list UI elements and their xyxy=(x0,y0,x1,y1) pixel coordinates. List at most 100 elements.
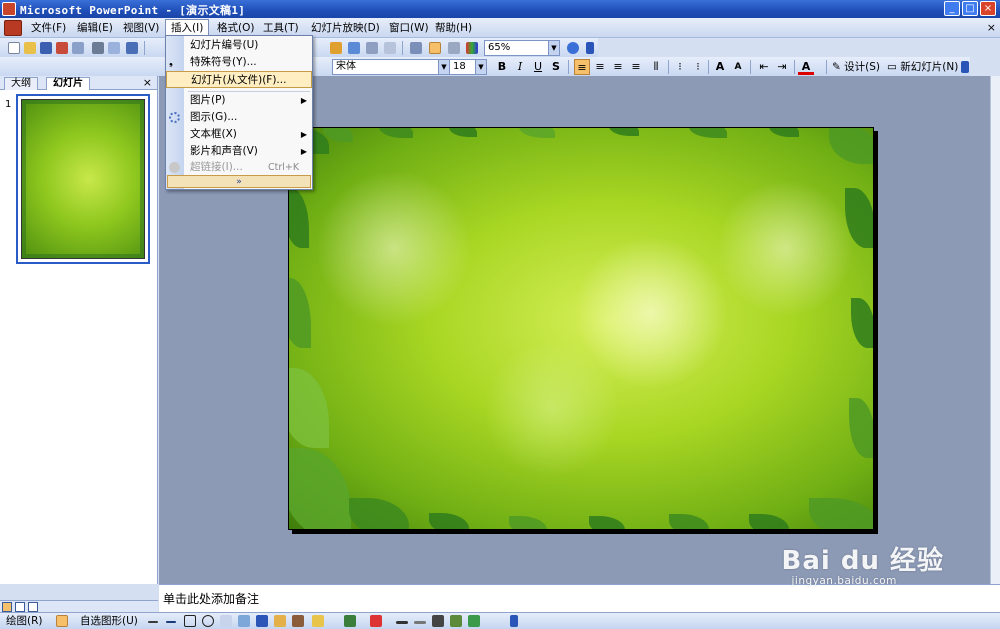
font-color-button[interactable]: A xyxy=(798,59,814,75)
open-icon[interactable] xyxy=(24,42,36,54)
separator xyxy=(708,60,709,74)
slideshow-view-icon[interactable] xyxy=(28,602,38,612)
text-direction-button[interactable]: ⦀ xyxy=(648,59,664,75)
menu-file[interactable]: 文件(F) xyxy=(26,20,71,37)
slide-canvas[interactable] xyxy=(288,127,874,530)
clipart-icon[interactable] xyxy=(274,615,286,627)
menu-help[interactable]: 帮助(H) xyxy=(430,20,477,37)
powerpoint-app-icon[interactable] xyxy=(2,2,16,16)
document-icon[interactable] xyxy=(4,20,22,36)
line-icon[interactable] xyxy=(148,621,158,623)
zoom-combo[interactable]: 65% ▼ xyxy=(484,40,560,56)
diagram-icon[interactable] xyxy=(256,615,268,627)
menu-slideshow[interactable]: 幻灯片放映(D) xyxy=(306,20,385,37)
toolbar-options-icon[interactable] xyxy=(510,615,518,627)
autoshapes-button[interactable]: 自选图形(U) xyxy=(80,614,138,628)
notes-placeholder: 单击此处添加备注 xyxy=(163,592,260,606)
arrow-style-icon[interactable] xyxy=(432,615,444,627)
select-objects-icon[interactable] xyxy=(56,615,68,627)
font-combo[interactable]: 宋体 ▼ xyxy=(332,59,450,75)
bold-button[interactable]: B xyxy=(494,59,510,75)
wordart-icon[interactable] xyxy=(238,615,250,627)
align-left-button[interactable]: ≡ xyxy=(574,59,590,75)
tab-outline[interactable]: 大纲 xyxy=(4,77,38,90)
line-color-icon[interactable] xyxy=(344,615,356,627)
menu-item-diagram[interactable]: 图示(G)... xyxy=(166,109,312,126)
align-right-button[interactable]: ≡ xyxy=(610,59,626,75)
minimize-button[interactable]: _ xyxy=(944,1,960,16)
justify-button[interactable]: ≡ xyxy=(628,59,644,75)
new-icon[interactable] xyxy=(8,42,20,54)
line-style-icon[interactable] xyxy=(396,621,408,624)
color-grayscale-icon[interactable] xyxy=(466,42,478,54)
hyperlink-icon xyxy=(169,162,180,173)
notes-pane[interactable]: 单击此处添加备注 xyxy=(159,584,1000,612)
italic-button[interactable]: I xyxy=(512,59,528,75)
new-slide-button[interactable]: ▭ 新幻灯片(N) xyxy=(887,60,958,74)
save-icon[interactable] xyxy=(40,42,52,54)
numbering-button[interactable]: ⁝ xyxy=(672,59,688,75)
slide-sorter-view-icon[interactable] xyxy=(15,602,25,612)
arrow-icon[interactable] xyxy=(166,621,176,623)
menu-item-picture[interactable]: 图片(P) ▶ xyxy=(166,92,312,109)
chevron-down-icon[interactable]: ▼ xyxy=(438,60,449,74)
design-button[interactable]: ✎ 设计(S) xyxy=(832,60,880,74)
menu-item-special-symbol[interactable]: ❟ 特殊符号(Y)... xyxy=(166,54,312,71)
toolbar-options-icon[interactable] xyxy=(586,42,594,54)
align-center-button[interactable]: ≡ xyxy=(592,59,608,75)
menu-item-textbox[interactable]: 文本框(X) ▶ xyxy=(166,126,312,143)
underline-button[interactable]: U xyxy=(530,59,546,75)
expand-menu-chevron-icon[interactable]: » xyxy=(167,175,311,188)
vertical-scrollbar[interactable] xyxy=(990,76,1000,584)
chevron-down-icon[interactable]: ▼ xyxy=(548,41,559,55)
menu-insert[interactable]: 插入(I) xyxy=(165,19,210,36)
3d-style-icon[interactable] xyxy=(468,615,480,627)
menu-item-movies-sounds[interactable]: 影片和声音(V) ▶ xyxy=(166,143,312,160)
tables-borders-icon[interactable] xyxy=(366,42,378,54)
menu-item-slides-from-file[interactable]: 幻灯片(从文件)(F)... xyxy=(166,71,312,88)
oval-icon[interactable] xyxy=(202,615,214,627)
increase-indent-button[interactable]: ⇥ xyxy=(774,59,790,75)
close-pane-button[interactable]: × xyxy=(143,76,152,89)
insert-table-icon[interactable] xyxy=(348,42,360,54)
menu-edit[interactable]: 编辑(E) xyxy=(72,20,118,37)
picture-icon[interactable] xyxy=(292,615,304,627)
dash-style-icon[interactable] xyxy=(414,621,426,624)
menu-item-slide-number[interactable]: 幻灯片编号(U) xyxy=(166,37,312,54)
grid-icon[interactable] xyxy=(448,42,460,54)
shadow-button[interactable]: S xyxy=(548,59,564,75)
show-formatting-icon[interactable] xyxy=(429,42,441,54)
decrease-font-size-button[interactable]: A xyxy=(730,59,746,75)
increase-font-size-button[interactable]: A xyxy=(712,59,728,75)
textbox-icon[interactable] xyxy=(220,615,232,627)
fill-color-icon[interactable] xyxy=(312,615,324,627)
spelling-icon[interactable] xyxy=(126,42,138,54)
permission-icon[interactable] xyxy=(56,42,68,54)
print-icon[interactable] xyxy=(92,42,104,54)
font-size-combo[interactable]: 18 ▼ xyxy=(449,59,487,75)
tab-slides[interactable]: 幻灯片 xyxy=(46,77,90,90)
print-preview-icon[interactable] xyxy=(108,42,120,54)
expand-icon[interactable] xyxy=(410,42,422,54)
slide-thumbnail[interactable] xyxy=(16,94,150,264)
close-window-button[interactable]: × xyxy=(980,1,996,16)
normal-view-icon[interactable] xyxy=(2,602,12,612)
toolbar-options-icon[interactable] xyxy=(961,61,969,73)
draw-menu-button[interactable]: 绘图(R) xyxy=(6,614,43,628)
menu-view[interactable]: 视图(V) xyxy=(118,20,164,37)
font-color-icon[interactable] xyxy=(370,615,382,627)
separator xyxy=(144,41,145,55)
menu-window[interactable]: 窗口(W) xyxy=(384,20,434,37)
rectangle-icon[interactable] xyxy=(184,615,196,627)
decrease-indent-button[interactable]: ⇤ xyxy=(756,59,772,75)
close-document-button[interactable]: × xyxy=(987,21,996,34)
email-icon[interactable] xyxy=(72,42,84,54)
maximize-button[interactable]: □ xyxy=(962,1,978,16)
chevron-down-icon[interactable]: ▼ xyxy=(475,60,486,74)
hyperlink-icon[interactable] xyxy=(384,42,396,54)
watermark-brand: Bai du 经验 xyxy=(781,546,944,576)
shadow-style-icon[interactable] xyxy=(450,615,462,627)
help-icon[interactable] xyxy=(567,42,579,54)
insert-chart-icon[interactable] xyxy=(330,42,342,54)
bullets-button[interactable]: ⁝ xyxy=(690,59,706,75)
